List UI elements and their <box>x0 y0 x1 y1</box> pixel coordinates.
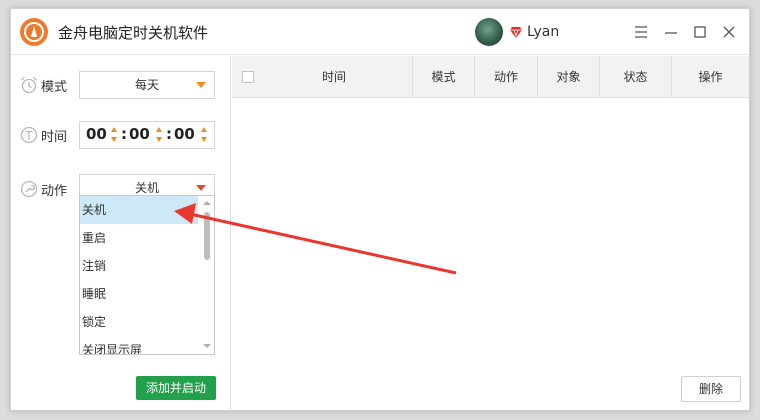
time-hour[interactable]: 00 <box>86 125 107 143</box>
app-logo-icon <box>20 18 48 46</box>
scroll-down-icon[interactable] <box>203 344 211 348</box>
col-header-mode[interactable]: 模式 <box>413 56 475 98</box>
chevron-down-icon <box>196 185 206 191</box>
mode-row-label: 模式 <box>19 74 67 96</box>
user-name[interactable]: Lyan <box>527 24 559 40</box>
table-header: 时间 模式 动作 对象 状态 操作 <box>232 56 749 98</box>
task-table: 时间 模式 动作 对象 状态 操作 删除 <box>232 56 749 411</box>
dropdown-scrollbar[interactable] <box>199 196 214 354</box>
app-title: 金舟电脑定时关机软件 <box>58 24 209 42</box>
time-label: 时间 <box>41 129 68 145</box>
settings-panel: 模式 每天 时间 00 : 00 : 00 动作 关机 关机 重启 注销 睡眠 … <box>11 56 231 411</box>
user-avatar[interactable] <box>475 18 503 46</box>
maximize-button[interactable] <box>690 22 710 42</box>
minute-stepper[interactable] <box>156 127 162 143</box>
action-label: 动作 <box>41 183 68 199</box>
dropdown-option[interactable]: 注销 <box>80 252 198 280</box>
hamburger-menu-icon <box>635 26 647 38</box>
col-header-operation[interactable]: 操作 <box>672 56 749 98</box>
dropdown-option[interactable]: 关机 <box>80 196 198 224</box>
menu-button[interactable] <box>631 22 651 42</box>
col-header-target[interactable]: 对象 <box>538 56 600 98</box>
second-stepper[interactable] <box>201 127 207 143</box>
action-dropdown-list[interactable]: 关机 重启 注销 睡眠 锁定 关闭显示屏 <box>79 195 215 355</box>
time-row-label: 时间 <box>19 124 67 146</box>
action-row-label: 动作 <box>19 178 67 200</box>
dropdown-option[interactable]: 锁定 <box>80 308 198 336</box>
col-header-action[interactable]: 动作 <box>475 56 538 98</box>
time-picker[interactable]: 00 : 00 : 00 <box>79 121 215 149</box>
close-button[interactable] <box>719 22 739 42</box>
mode-select[interactable]: 每天 <box>79 71 215 99</box>
dropdown-option[interactable]: 睡眠 <box>80 280 198 308</box>
delete-button[interactable]: 删除 <box>681 376 741 402</box>
maximize-icon <box>694 26 706 38</box>
col-header-status[interactable]: 状态 <box>600 56 672 98</box>
mode-label: 模式 <box>41 79 68 95</box>
clock-t-icon <box>20 126 38 144</box>
close-icon <box>723 26 735 38</box>
time-colon: : <box>166 125 172 143</box>
dropdown-option[interactable]: 关闭显示屏 <box>80 336 198 354</box>
app-window: 金舟电脑定时关机软件 Lyan 模式 每天 时间 00: 00: 00 动作… <box>10 8 750 411</box>
col-header-time[interactable]: 时间 <box>232 56 413 98</box>
action-select-value: 关机 <box>134 181 159 195</box>
minimize-button[interactable] <box>661 22 681 42</box>
add-and-start-button[interactable]: 添加并启动 <box>136 376 216 400</box>
minimize-icon <box>665 32 677 34</box>
chevron-down-icon <box>196 82 206 88</box>
time-colon: : <box>121 125 127 143</box>
scrollbar-thumb[interactable] <box>204 212 210 260</box>
mode-select-value: 每天 <box>134 78 159 92</box>
time-minute[interactable]: 00 <box>129 125 150 143</box>
title-bar: 金舟电脑定时关机软件 Lyan <box>11 9 749 55</box>
alarm-clock-icon <box>21 77 37 94</box>
wrench-icon <box>20 180 38 198</box>
scroll-up-icon[interactable] <box>203 201 211 205</box>
dropdown-option[interactable]: 重启 <box>80 224 198 252</box>
hour-stepper[interactable] <box>111 127 117 143</box>
time-second[interactable]: 00 <box>174 125 195 143</box>
diamond-vip-icon <box>510 27 522 38</box>
